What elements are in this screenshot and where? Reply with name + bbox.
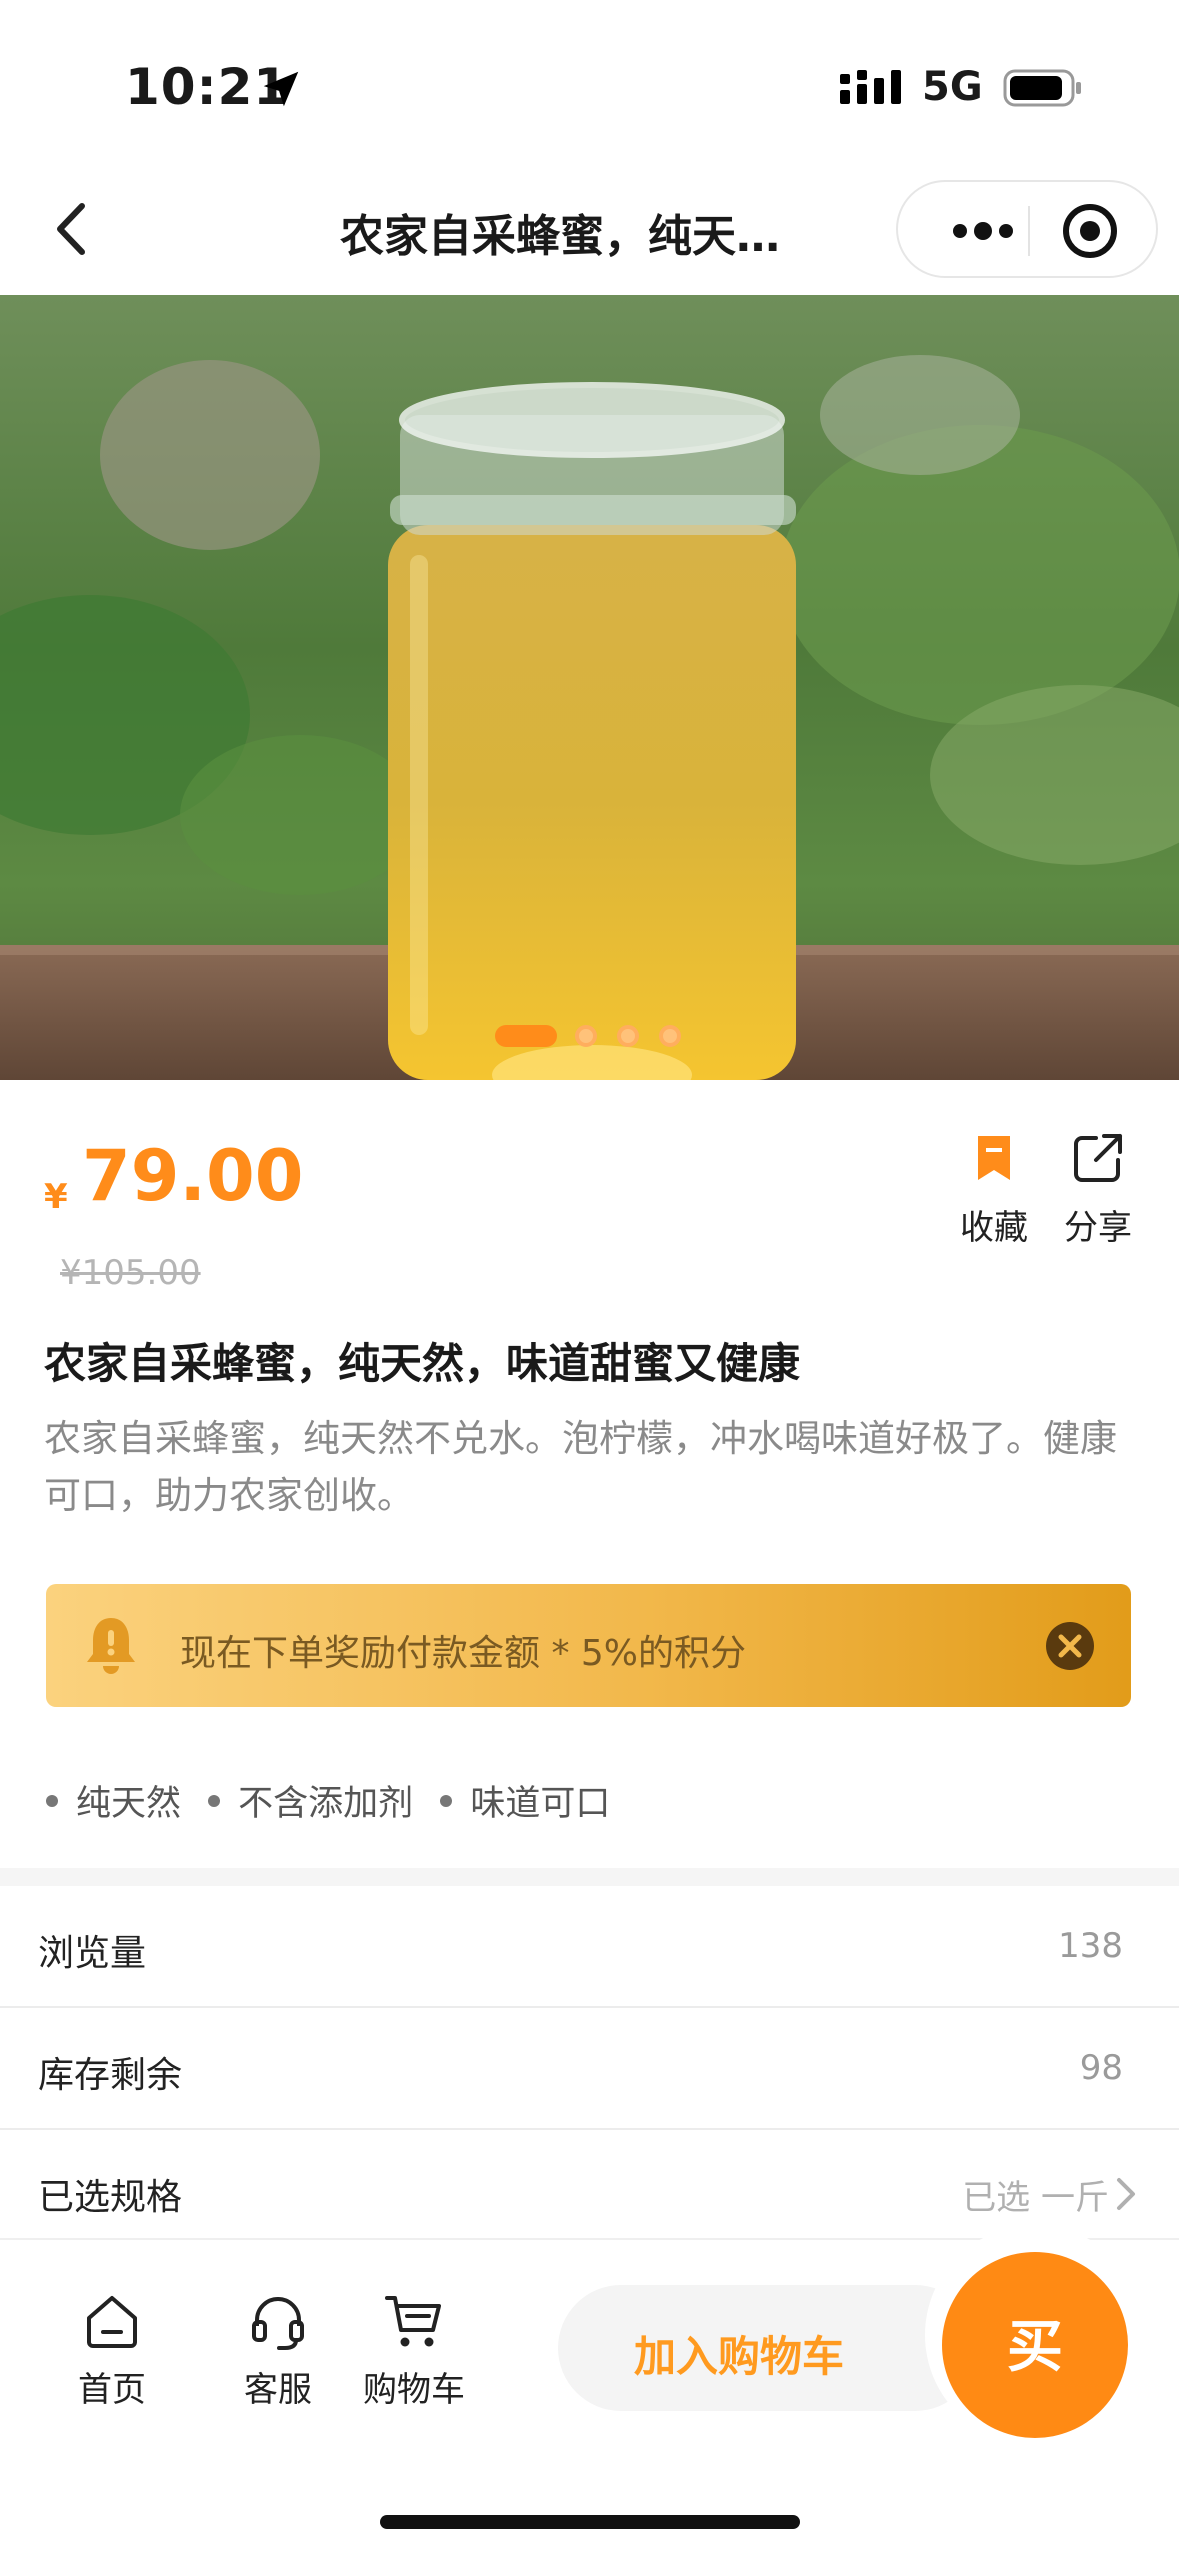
- tab-cart-label: 购物车: [363, 2370, 465, 2410]
- location-arrow-icon: [263, 71, 299, 107]
- tab-customer-service[interactable]: 客服: [218, 2290, 338, 2411]
- product-image-carousel[interactable]: [0, 295, 1179, 1080]
- honey-jar-photo: [0, 295, 1179, 1080]
- info-value: 已选 一斤: [962, 2178, 1109, 2218]
- share-label: 分享: [1064, 1208, 1132, 1248]
- product-description: 农家自采蜂蜜，纯天然不兑水。泡柠檬，冲水喝味道好极了。健康可口，助力农家创收。: [44, 1417, 1117, 1517]
- signal-icon: [840, 70, 901, 104]
- home-indicator: [380, 2515, 800, 2529]
- product-title: 农家自采蜂蜜，纯天然，味道甜蜜又健康: [44, 1339, 801, 1388]
- close-icon[interactable]: [1044, 1620, 1096, 1672]
- bookmark-icon: [978, 1136, 1010, 1180]
- favorite-label: 收藏: [960, 1208, 1028, 1248]
- chevron-right-icon: [1117, 2178, 1135, 2210]
- favorite-button[interactable]: 收藏: [958, 1130, 1030, 1249]
- tab-home[interactable]: 首页: [52, 2290, 172, 2411]
- carousel-dot-active: [495, 1025, 557, 1047]
- info-label: 已选规格: [38, 2177, 183, 2218]
- tab-service-label: 客服: [244, 2370, 312, 2410]
- nav-bar: 农家自采蜂蜜，纯天…: [0, 170, 1179, 295]
- status-bar: 10:21 5G: [0, 0, 1179, 170]
- tag-label: 味道可口: [470, 1784, 611, 1824]
- close-program-icon[interactable]: [1060, 201, 1120, 261]
- info-value: 98: [1079, 2048, 1123, 2088]
- add-to-cart-button[interactable]: 加入购物车: [558, 2285, 978, 2411]
- info-label: 浏览量: [38, 1933, 147, 1974]
- currency-symbol: ¥: [44, 1177, 68, 1217]
- carousel-indicator: [0, 1025, 1179, 1055]
- share-button[interactable]: 分享: [1062, 1130, 1134, 1249]
- reward-text: 现在下单奖励付款金额 * 5%的积分: [180, 1633, 746, 1674]
- mini-program-capsule: [896, 180, 1158, 278]
- carousel-dot: [659, 1025, 681, 1047]
- carousel-dot: [617, 1025, 639, 1047]
- product-tags: 纯天然 不含添加剂 味道可口: [46, 1775, 626, 1825]
- tab-cart[interactable]: 购物车: [354, 2290, 474, 2411]
- product-tag: 不含添加剂: [208, 1775, 413, 1826]
- product-tag: 味道可口: [440, 1775, 610, 1826]
- tag-label: 不含添加剂: [238, 1784, 414, 1824]
- info-label: 库存剩余: [38, 2055, 183, 2096]
- cart-icon: [385, 2296, 441, 2347]
- battery-icon: [1003, 69, 1081, 107]
- bell-alert-icon: [87, 1618, 135, 1674]
- section-divider: [0, 1868, 1179, 1886]
- buy-label: 买: [1007, 2315, 1063, 2380]
- capsule-divider: [1028, 206, 1030, 256]
- original-price: ¥105.00: [60, 1253, 201, 1293]
- buy-now-button[interactable]: 买: [942, 2252, 1128, 2438]
- network-label: 5G: [922, 64, 983, 110]
- bottom-action-bar: 首页 客服 购物车 加入购物车 买: [0, 2225, 1179, 2556]
- share-icon: [1074, 1134, 1122, 1182]
- reward-banner: 现在下单奖励付款金额 * 5%的积分: [46, 1584, 1131, 1707]
- carousel-dot: [575, 1025, 597, 1047]
- info-row-stock: 库存剩余 98: [0, 2008, 1179, 2130]
- sale-price: 79.00: [82, 1135, 304, 1217]
- more-icon[interactable]: [938, 206, 1028, 256]
- page-title: 农家自采蜂蜜，纯天…: [340, 211, 780, 262]
- add-to-cart-label: 加入购物车: [634, 2332, 845, 2381]
- headset-icon: [252, 2297, 304, 2350]
- product-tag: 纯天然: [46, 1775, 181, 1826]
- info-value: 138: [1058, 1926, 1123, 1966]
- home-icon: [87, 2296, 137, 2348]
- info-row-views: 浏览量 138: [0, 1886, 1179, 2008]
- back-icon[interactable]: [40, 192, 110, 267]
- tab-home-label: 首页: [78, 2370, 146, 2410]
- tag-label: 纯天然: [76, 1784, 182, 1824]
